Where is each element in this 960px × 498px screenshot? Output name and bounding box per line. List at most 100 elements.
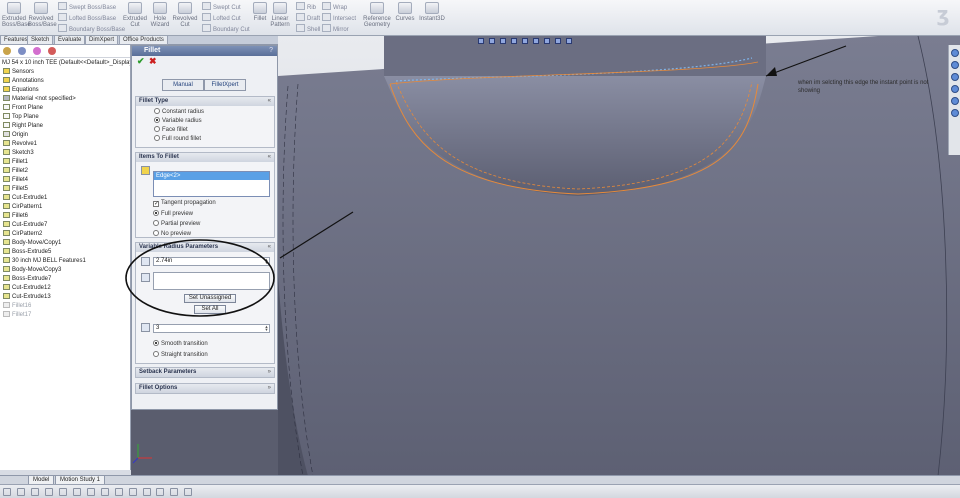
feature-manager-icon[interactable]: [3, 47, 11, 55]
tab-office-products[interactable]: Office Products: [119, 36, 168, 45]
face-fillet-option[interactable]: Face fillet: [154, 126, 188, 133]
tree-item[interactable]: Fillet5: [0, 185, 130, 194]
tree-item[interactable]: Sketch3: [0, 149, 130, 158]
hole-wizard-button[interactable]: Hole Wizard: [150, 2, 170, 28]
lofted-cut-button[interactable]: Lofted Cut: [202, 13, 241, 22]
tree-item[interactable]: Fillet1: [0, 158, 130, 167]
tab-dimxpert[interactable]: DimXpert: [85, 36, 119, 45]
instances-input[interactable]: 3 ▲ ▼: [153, 324, 270, 333]
edge-selection-box[interactable]: Edge<2>: [153, 171, 270, 197]
mirror-button[interactable]: Mirror: [322, 24, 349, 33]
ok-button[interactable]: ✔: [137, 56, 145, 67]
tree-item[interactable]: Fillet6: [0, 212, 130, 221]
revolved-boss-button[interactable]: Revolved Boss/Base: [28, 2, 57, 28]
tree-item[interactable]: Boss-Extrude5: [0, 248, 130, 257]
zoom-to-fit-icon[interactable]: [478, 38, 484, 44]
shell-button[interactable]: Shell: [296, 24, 320, 33]
help-button[interactable]: ?: [269, 46, 273, 56]
straight-transition-option[interactable]: Straight transition: [153, 351, 208, 358]
wrap-button[interactable]: Wrap: [322, 2, 347, 11]
point-icon[interactable]: [170, 488, 179, 496]
constant-radius-option[interactable]: Constant radius: [154, 108, 204, 115]
extruded-boss-button[interactable]: Extruded Boss/Base: [2, 2, 31, 28]
boundary-cut-button[interactable]: Boundary Cut: [202, 24, 250, 33]
graphics-viewport[interactable]: when im selcting this edge the instant p…: [278, 36, 960, 476]
dimxpert-manager-icon[interactable]: [47, 47, 56, 55]
instant3d-button[interactable]: Instant3D: [418, 2, 446, 22]
design-library-icon[interactable]: [950, 61, 959, 69]
full-preview-option[interactable]: Full preview: [153, 210, 193, 217]
edit-appearance-icon[interactable]: [554, 38, 561, 44]
custom-properties-icon[interactable]: [950, 109, 959, 117]
zoom-area-icon[interactable]: [488, 38, 495, 44]
draft-button[interactable]: Draft: [296, 13, 320, 22]
rectangle-icon[interactable]: [58, 488, 67, 496]
line-icon[interactable]: [72, 488, 81, 496]
swept-cut-button[interactable]: Swept Cut: [202, 2, 241, 11]
tree-item[interactable]: Fillet2: [0, 167, 130, 176]
apply-scene-icon[interactable]: [565, 38, 572, 44]
items-to-fillet-header[interactable]: Items To Fillet «: [136, 153, 274, 162]
tree-item[interactable]: CirPattern1: [0, 203, 130, 212]
tree-item[interactable]: Top Plane: [0, 113, 130, 122]
selected-edge-item[interactable]: Edge<2>: [154, 172, 269, 180]
curves-button[interactable]: Curves: [394, 2, 416, 22]
cancel-button[interactable]: ✖: [149, 56, 157, 67]
linear-pattern-button[interactable]: Linear Pattern: [269, 2, 291, 28]
trim-icon[interactable]: [100, 488, 109, 496]
tab-evaluate[interactable]: Evaluate: [54, 36, 86, 45]
offset-icon[interactable]: [114, 488, 123, 496]
grid-icon[interactable]: [184, 488, 193, 496]
polygon-icon[interactable]: [30, 488, 39, 496]
resources-icon[interactable]: [950, 49, 959, 57]
view-orientation-icon[interactable]: [521, 38, 528, 44]
intersect-button[interactable]: Intersect: [322, 13, 356, 22]
partial-preview-option[interactable]: Partial preview: [153, 220, 200, 227]
section-view-icon[interactable]: [510, 38, 517, 44]
tree-item[interactable]: Origin: [0, 131, 130, 140]
tree-item[interactable]: Sensors: [0, 68, 130, 77]
tab-sketch[interactable]: Sketch: [27, 36, 54, 45]
tree-item[interactable]: Boss-Extrude7: [0, 275, 130, 284]
tree-item[interactable]: Front Plane: [0, 104, 130, 113]
tree-item[interactable]: Revolve1: [0, 140, 130, 149]
fillet-button[interactable]: Fillet: [252, 2, 268, 22]
circle-icon[interactable]: [16, 488, 25, 496]
tangent-propagation-checkbox[interactable]: ✓ Tangent propagation: [153, 200, 216, 207]
tree-item[interactable]: Cut-Extrude12: [0, 284, 130, 293]
model-graphics[interactable]: [278, 36, 960, 476]
tree-item[interactable]: Right Plane: [0, 122, 130, 131]
tree-item[interactable]: Body-Move/Copy3: [0, 266, 130, 275]
setback-header[interactable]: Setback Parameters»: [136, 368, 274, 377]
tree-item-suppressed[interactable]: Fillet17: [0, 311, 130, 320]
previous-view-icon[interactable]: [499, 38, 506, 44]
full-round-fillet-option[interactable]: Full round fillet: [154, 135, 201, 142]
tree-item[interactable]: Material <not specified>: [0, 95, 130, 104]
filletxpert-mode-button[interactable]: FilletXpert: [204, 79, 246, 91]
appearances-icon[interactable]: [950, 97, 959, 105]
reference-geometry-button[interactable]: Reference Geometry: [362, 2, 392, 28]
tree-item[interactable]: Annotations: [0, 77, 130, 86]
revolved-cut-button[interactable]: Revolved Cut: [172, 2, 198, 28]
tree-item[interactable]: Cut-Extrude7: [0, 221, 130, 230]
mirror-entities-icon[interactable]: [128, 488, 137, 496]
tree-root-part[interactable]: MJ 54 x 10 inch TEE (Default<<Default>_D…: [0, 58, 130, 68]
tree-item[interactable]: Cut-Extrude1: [0, 194, 130, 203]
spin-arrows-icon[interactable]: ▲ ▼: [264, 325, 269, 332]
spline-icon[interactable]: [44, 488, 53, 496]
fillet-type-header[interactable]: Fillet Type «: [136, 97, 274, 106]
boundary-boss-button[interactable]: Boundary Boss/Base: [58, 24, 125, 33]
manual-mode-button[interactable]: Manual: [162, 79, 204, 91]
tree-item[interactable]: Body-Move/Copy1: [0, 239, 130, 248]
extruded-cut-button[interactable]: Extruded Cut: [122, 2, 148, 28]
display-style-icon[interactable]: [532, 38, 539, 44]
smooth-transition-option[interactable]: Smooth transition: [153, 340, 208, 347]
select-icon[interactable]: [3, 488, 11, 496]
tree-item[interactable]: CirPattern2: [0, 230, 130, 239]
file-explorer-icon[interactable]: [950, 73, 959, 81]
configuration-manager-icon[interactable]: [32, 47, 41, 55]
variable-radius-option[interactable]: Variable radius: [154, 117, 202, 124]
fillet-options-header[interactable]: Fillet Options»: [136, 384, 274, 393]
swept-boss-button[interactable]: Swept Boss/Base: [58, 2, 116, 11]
tree-item[interactable]: Fillet4: [0, 176, 130, 185]
